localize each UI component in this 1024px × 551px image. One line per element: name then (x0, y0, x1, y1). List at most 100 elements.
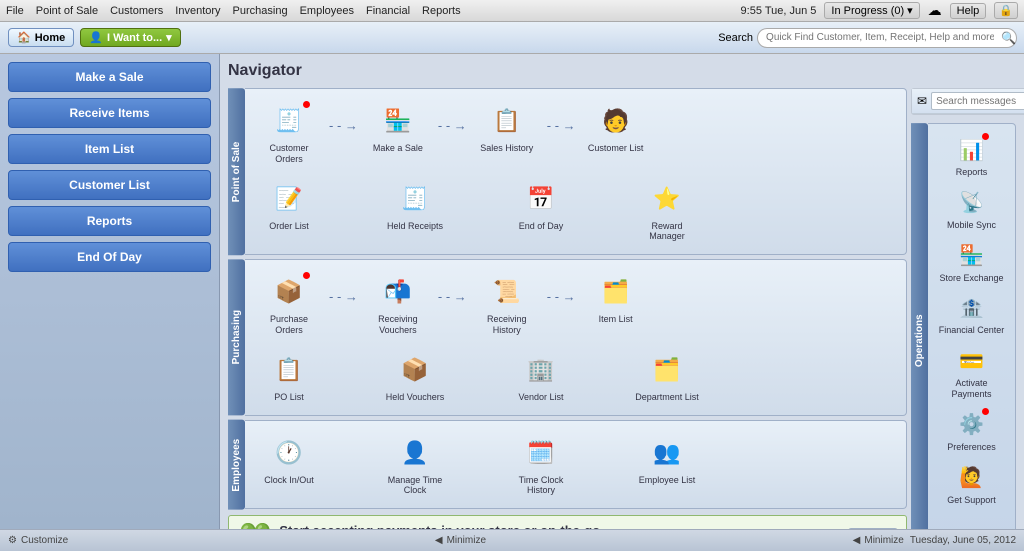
make-sale-nav-icon[interactable]: 🏪 Make a Sale (362, 97, 434, 158)
payment-icon: 💚 (239, 521, 271, 529)
reports-button[interactable]: Reports (8, 206, 211, 236)
cloud-icon: ☁ (928, 2, 942, 19)
employee-list-icon[interactable]: 👥 Employee List (631, 429, 703, 490)
pos-section: Point of Sale 🧾 Customer Orders - - → 🏪 (228, 88, 907, 255)
operations-content: 📊 Reports 📡 Mobile Sync 🏪 Store Exchange (928, 123, 1016, 529)
held-receipts-icon[interactable]: 🧾 Held Receipts (379, 175, 451, 236)
menu-inventory[interactable]: Inventory (175, 5, 220, 17)
arrow2: - - → (438, 118, 467, 147)
menu-bar: File Point of Sale Customers Inventory P… (0, 0, 1024, 22)
right-menu: 9:55 Tue, Jun 5 In Progress (0) ▾ ☁ Help… (741, 2, 1018, 19)
notification-text: Start accepting payments in your store o… (279, 523, 603, 529)
messages-search-input[interactable] (931, 92, 1024, 110)
notification-bar: 💚 Start accepting payments in your store… (228, 515, 907, 529)
arrow6: - - → (547, 289, 576, 318)
nav-content: Point of Sale 🧾 Customer Orders - - → 🏪 (228, 88, 1016, 529)
purchasing-row2: 📋 PO List 📦 Held Vouchers 🏢 (253, 346, 898, 407)
manage-time-clock-icon[interactable]: 👤 Manage Time Clock (379, 429, 451, 501)
reports-ops-icon[interactable]: 📊 Reports (934, 130, 1010, 181)
mobile-sync-icon[interactable]: 📡 Mobile Sync (934, 183, 1010, 234)
end-of-day-icon[interactable]: 📅 End of Day (505, 175, 577, 236)
close-notification-button[interactable]: Close (848, 528, 898, 529)
search-area: Search 🔍 (718, 28, 1016, 48)
navigator-title: Navigator (228, 62, 1016, 80)
purchasing-row1: 📦 Purchase Orders - - → 📬 Receiving Vouc… (253, 268, 898, 340)
end-of-day-button[interactable]: End Of Day (8, 242, 211, 272)
minimize-left[interactable]: ◀ Minimize (435, 535, 486, 546)
customer-orders-icon[interactable]: 🧾 Customer Orders (253, 97, 325, 169)
right-panel: ✉ ✎ ≡ Operations 📊 Reports (911, 88, 1016, 529)
menu-file[interactable]: File (6, 5, 24, 17)
clock-in-out-icon[interactable]: 🕐 Clock In/Out (253, 429, 325, 490)
menu-employees[interactable]: Employees (300, 5, 354, 17)
employees-row1: 🕐 Clock In/Out 👤 Manage Time Clock 🗓️ (253, 429, 898, 501)
navigator-area: Navigator Point of Sale 🧾 Customer Order… (220, 54, 1024, 529)
purchase-orders-icon[interactable]: 📦 Purchase Orders (253, 268, 325, 340)
employees-section-label: Employees (228, 420, 245, 510)
search-icon: 🔍 (1001, 31, 1016, 45)
arrow5: - - → (438, 289, 467, 318)
department-list-icon[interactable]: 🗂️ Department List (631, 346, 703, 407)
time-clock-history-icon[interactable]: 🗓️ Time Clock History (505, 429, 577, 501)
operations-label: Operations (911, 123, 928, 529)
item-list-button[interactable]: Item List (8, 134, 211, 164)
clock-display: 9:55 Tue, Jun 5 (741, 5, 817, 17)
minimize-right-icon: ◀ (853, 535, 861, 546)
order-list-icon[interactable]: 📝 Order List (253, 175, 325, 236)
menu-pos[interactable]: Point of Sale (36, 5, 98, 17)
menu-purchasing[interactable]: Purchasing (233, 5, 288, 17)
po-list-icon[interactable]: 📋 PO List (253, 346, 325, 407)
financial-center-icon[interactable]: 🏦 Financial Center (934, 288, 1010, 339)
make-sale-button[interactable]: Make a Sale (8, 62, 211, 92)
person-icon: 👤 (89, 31, 103, 44)
customer-list-button[interactable]: Customer List (8, 170, 211, 200)
arrow3: - - → (547, 118, 576, 147)
lock-icon-btn[interactable]: 🔒 (994, 2, 1018, 19)
operations-wrapper: Operations 📊 Reports 📡 Mobile Sync 🏪 (911, 123, 1016, 529)
receiving-vouchers-icon[interactable]: 📬 Receiving Vouchers (362, 268, 434, 340)
purchasing-section-label: Purchasing (228, 259, 245, 415)
messages-header: ✉ ✎ ≡ (912, 89, 1024, 114)
get-support-icon[interactable]: 🙋 Get Support (934, 458, 1010, 509)
purchasing-section-content: 📦 Purchase Orders - - → 📬 Receiving Vouc… (245, 259, 907, 415)
receiving-history-icon[interactable]: 📜 Receiving History (471, 268, 543, 340)
store-exchange-icon[interactable]: 🏪 Store Exchange (934, 236, 1010, 287)
menu-customers[interactable]: Customers (110, 5, 163, 17)
preferences-icon[interactable]: ⚙️ Preferences (934, 405, 1010, 456)
sections-container: Point of Sale 🧾 Customer Orders - - → 🏪 (228, 88, 907, 529)
search-input[interactable] (757, 28, 1017, 48)
activate-payments-icon[interactable]: 💳 Activate Payments (934, 341, 1010, 403)
messages-panel: ✉ ✎ ≡ (911, 88, 1024, 115)
menu-financial[interactable]: Financial (366, 5, 410, 17)
employees-section-content: 🕐 Clock In/Out 👤 Manage Time Clock 🗓️ (245, 420, 907, 510)
sales-history-icon[interactable]: 📋 Sales History (471, 97, 543, 158)
minimize-right[interactable]: ◀ Minimize (853, 535, 904, 546)
arrow1: - - → (329, 118, 358, 147)
customize-icon: ⚙ (8, 535, 17, 546)
receive-items-button[interactable]: Receive Items (8, 98, 211, 128)
vendor-list-icon[interactable]: 🏢 Vendor List (505, 346, 577, 407)
held-vouchers-icon[interactable]: 📦 Held Vouchers (379, 346, 451, 407)
help-button[interactable]: Help (950, 3, 987, 19)
iwant-button[interactable]: 👤 I Want to... ▾ (80, 28, 180, 47)
home-button[interactable]: 🏠 Home (8, 28, 74, 47)
chevron-down-icon: ▾ (166, 31, 172, 44)
minimize-left-icon: ◀ (435, 535, 443, 546)
bottom-bar: ⚙ Customize ◀ Minimize ◀ Minimize Tuesda… (0, 529, 1024, 551)
pos-section-content: 🧾 Customer Orders - - → 🏪 Make a Sale - … (245, 88, 907, 255)
chevron-down-icon: ▾ (907, 4, 913, 17)
envelope-icon: ✉ (917, 94, 927, 108)
minimize-right-label: Minimize (864, 535, 903, 546)
customize-area[interactable]: ⚙ Customize (8, 535, 68, 546)
reward-manager-icon[interactable]: ⭐ Reward Manager (631, 175, 703, 247)
home-icon: 🏠 (17, 31, 31, 44)
pos-row1: 🧾 Customer Orders - - → 🏪 Make a Sale - … (253, 97, 898, 169)
minimize-left-label: Minimize (447, 535, 486, 546)
sidebar: Make a Sale Receive Items Item List Cust… (0, 54, 220, 529)
item-list-purch-icon[interactable]: 🗂️ Item List (580, 268, 652, 329)
customer-list-nav-icon[interactable]: 🧑 Customer List (580, 97, 652, 158)
customize-label: Customize (21, 535, 68, 546)
menu-reports[interactable]: Reports (422, 5, 461, 17)
menu-items: File Point of Sale Customers Inventory P… (6, 5, 461, 17)
in-progress-button[interactable]: In Progress (0) ▾ (824, 2, 919, 19)
